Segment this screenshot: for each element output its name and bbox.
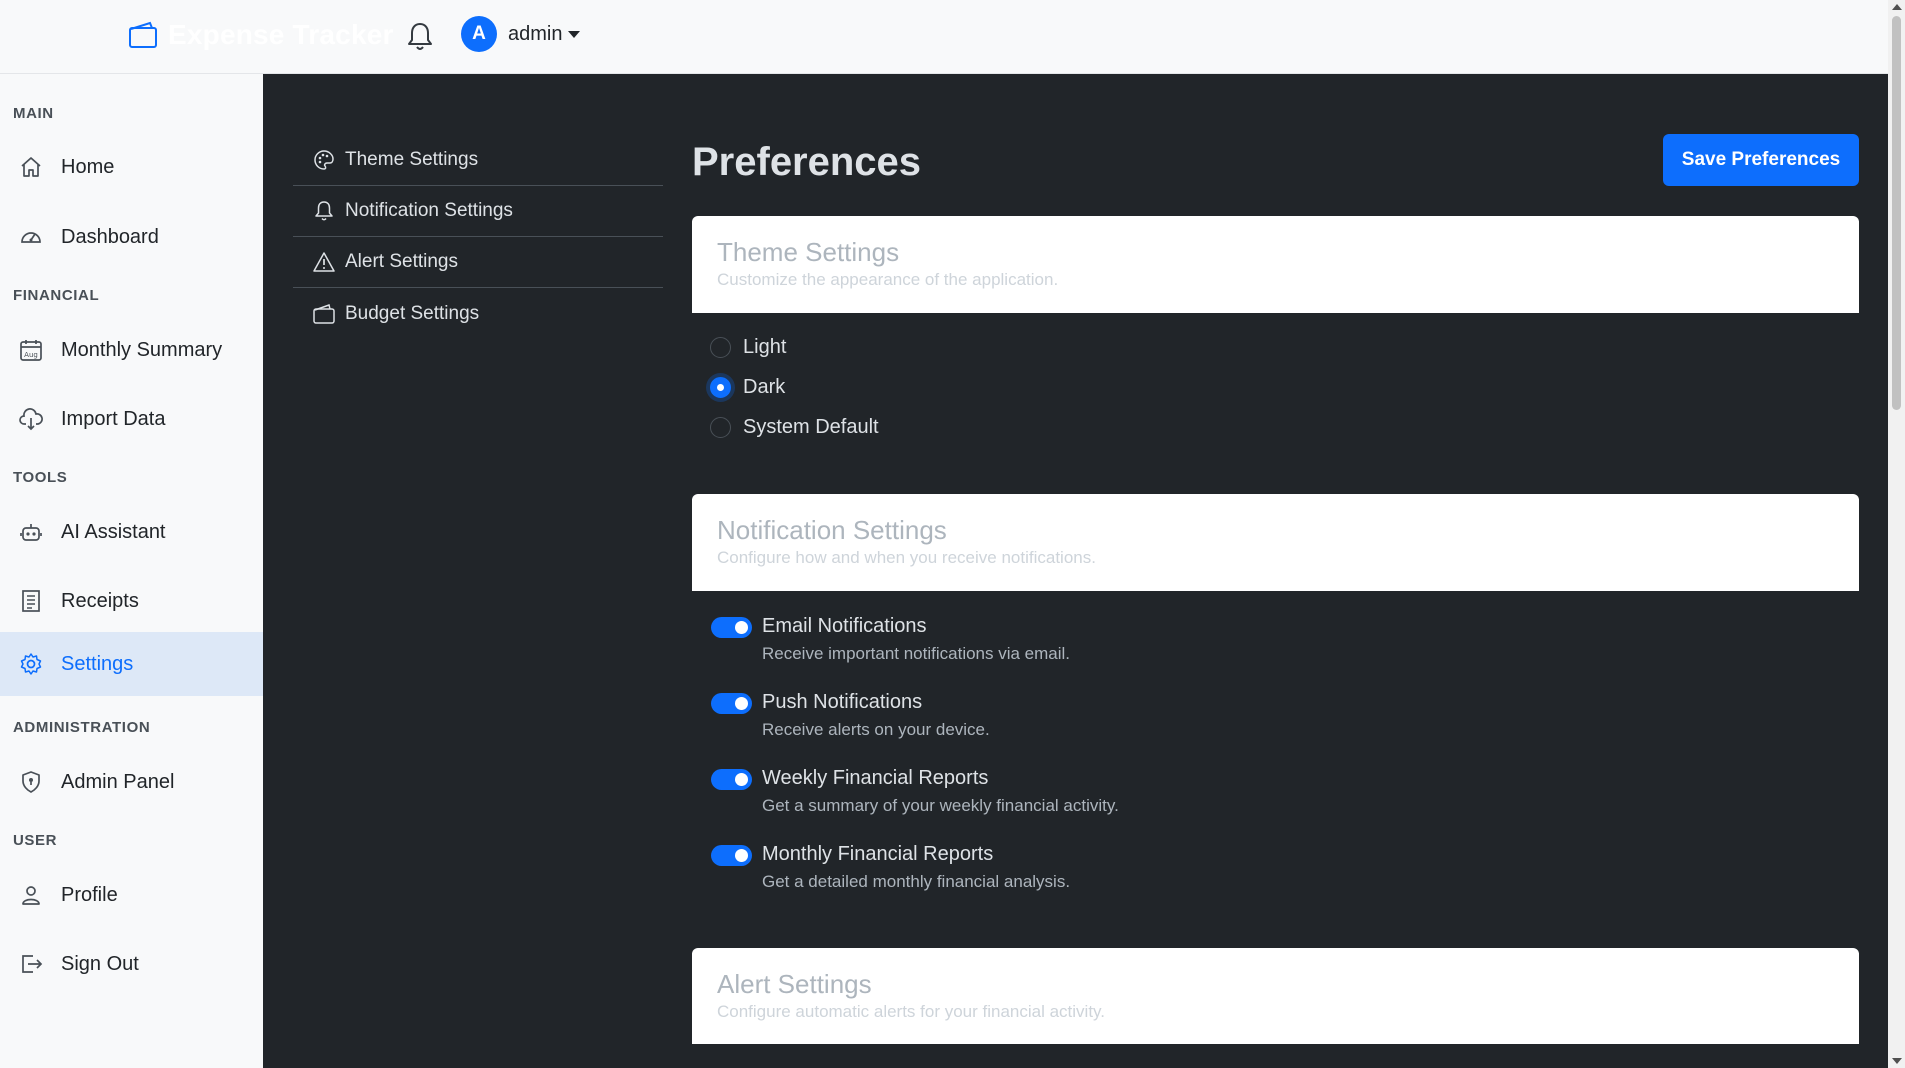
card-title: Theme Settings xyxy=(717,237,900,267)
card-subtitle: Customize the appearance of the applicat… xyxy=(717,270,1059,289)
sidebar-item-home[interactable]: Home xyxy=(0,135,263,199)
sidebar-item-label: Receipts xyxy=(61,589,139,612)
speedometer-icon xyxy=(18,224,44,250)
scroll-down-arrow-icon[interactable] xyxy=(1892,1058,1902,1064)
toggle-description: Get a summary of your weekly financial a… xyxy=(762,796,1119,815)
toggle-description: Receive important notifications via emai… xyxy=(762,644,1071,663)
sidebar-item-import-data[interactable]: Import Data xyxy=(0,387,263,451)
calendar-icon: Aug xyxy=(18,337,44,363)
sidebar-item-label: Dashboard xyxy=(61,225,159,248)
settings-nav-label: Budget Settings xyxy=(345,302,480,324)
sidebar-section-administration: ADMINISTRATION xyxy=(13,719,151,736)
settings-nav-label: Alert Settings xyxy=(345,251,458,272)
settings-nav-alert[interactable]: Alert Settings xyxy=(293,237,663,288)
sidebar-item-dashboard[interactable]: Dashboard xyxy=(0,205,263,269)
toggle-label: Push Notifications xyxy=(762,691,923,713)
radio-button[interactable] xyxy=(710,417,731,438)
settings-nav: Theme Settings Notification Settings Ale… xyxy=(293,135,663,339)
scrollbar-thumb[interactable] xyxy=(1892,16,1901,410)
sidebar-item-settings[interactable]: Settings xyxy=(0,632,263,696)
sidebar-section-tools: TOOLS xyxy=(13,469,68,486)
sidebar-section-financial: FINANCIAL xyxy=(13,287,100,304)
sidebar-section-main: MAIN xyxy=(13,105,54,122)
brand-name: Expense Tracker xyxy=(168,19,394,50)
toggle-switch[interactable] xyxy=(711,845,752,866)
page-title: Preferences xyxy=(692,140,922,184)
settings-nav-budget[interactable]: Budget Settings xyxy=(293,288,663,339)
settings-nav-theme[interactable]: Theme Settings xyxy=(293,135,663,186)
toggle-description: Get a detailed monthly financial analysi… xyxy=(762,872,1071,891)
sidebar-item-label: Import Data xyxy=(61,407,166,430)
bell-icon[interactable] xyxy=(406,20,434,52)
user-name: admin xyxy=(508,22,563,45)
svg-text:Aug: Aug xyxy=(24,351,38,359)
wallet-icon xyxy=(313,303,335,325)
caret-down-icon xyxy=(568,30,581,38)
sidebar-item-label: Home xyxy=(61,155,115,178)
bell-icon xyxy=(313,200,335,222)
warning-icon xyxy=(313,251,335,273)
radio-label: Light xyxy=(743,336,787,358)
sidebar-item-profile[interactable]: Profile xyxy=(0,863,263,927)
sidebar-item-label: Profile xyxy=(61,883,118,906)
theme-settings-card-header: Theme Settings Customize the appearance … xyxy=(692,216,1859,313)
alert-settings-card-header: Alert Settings Configure automatic alert… xyxy=(692,948,1859,1044)
vertical-scrollbar[interactable] xyxy=(1888,0,1905,1068)
settings-nav-label: Theme Settings xyxy=(345,149,479,170)
toggle-switch[interactable] xyxy=(711,693,752,714)
toggle-switch[interactable] xyxy=(711,769,752,790)
person-icon xyxy=(18,882,44,908)
radio-button[interactable] xyxy=(710,337,731,358)
sidebar-item-sign-out[interactable]: Sign Out xyxy=(0,932,263,996)
radio-label: Dark xyxy=(743,376,786,398)
notification-settings-card-header: Notification Settings Configure how and … xyxy=(692,494,1859,591)
save-preferences-button[interactable]: Save Preferences xyxy=(1663,134,1859,186)
shield-icon xyxy=(18,769,44,795)
toggle-label: Weekly Financial Reports xyxy=(762,767,989,789)
avatar: A xyxy=(461,16,497,52)
settings-nav-notification[interactable]: Notification Settings xyxy=(293,186,663,237)
theme-option-dark[interactable]: Dark xyxy=(710,376,785,399)
toggle-description: Receive alerts on your device. xyxy=(762,720,990,739)
sidebar-item-label: AI Assistant xyxy=(61,520,166,543)
sidebar-item-admin-panel[interactable]: Admin Panel xyxy=(0,750,263,814)
radio-label: System Default xyxy=(743,416,879,438)
sidebar-item-label: Admin Panel xyxy=(61,770,175,793)
user-menu[interactable]: A admin xyxy=(461,16,581,52)
toggle-label: Email Notifications xyxy=(762,615,927,637)
robot-icon xyxy=(18,519,44,545)
card-subtitle: Configure how and when you receive notif… xyxy=(717,548,1096,567)
toggle-label: Monthly Financial Reports xyxy=(762,843,994,865)
scroll-up-arrow-icon[interactable] xyxy=(1892,4,1902,10)
sidebar-item-ai-assistant[interactable]: AI Assistant xyxy=(0,500,263,564)
card-title: Notification Settings xyxy=(717,515,947,545)
sidebar-item-receipts[interactable]: Receipts xyxy=(0,569,263,633)
brand[interactable]: Expense Tracker xyxy=(128,18,394,52)
card-subtitle: Configure automatic alerts for your fina… xyxy=(717,1002,1106,1021)
sidebar-item-label: Sign Out xyxy=(61,952,139,975)
theme-option-light[interactable]: Light xyxy=(710,336,786,359)
sidebar: MAIN Home Dashboard FINANCIAL Aug Monthl… xyxy=(0,84,263,1068)
sidebar-item-monthly-summary[interactable]: Aug Monthly Summary xyxy=(0,318,263,382)
card-title: Alert Settings xyxy=(717,969,872,999)
sidebar-item-label: Monthly Summary xyxy=(61,338,223,361)
house-icon xyxy=(18,154,44,180)
wallet-icon xyxy=(129,21,157,48)
theme-option-system-default[interactable]: System Default xyxy=(710,416,879,439)
palette-icon xyxy=(313,149,335,171)
receipt-icon xyxy=(18,588,44,614)
gear-icon xyxy=(18,651,44,677)
sign-out-icon xyxy=(18,951,44,977)
settings-nav-label: Notification Settings xyxy=(345,200,513,221)
top-navbar: Expense Tracker A admin xyxy=(0,0,1888,74)
cloud-download-icon xyxy=(18,406,44,432)
toggle-switch[interactable] xyxy=(711,617,752,638)
radio-button[interactable] xyxy=(710,377,731,398)
sidebar-item-label: Settings xyxy=(61,652,134,675)
sidebar-section-user: USER xyxy=(13,832,58,849)
